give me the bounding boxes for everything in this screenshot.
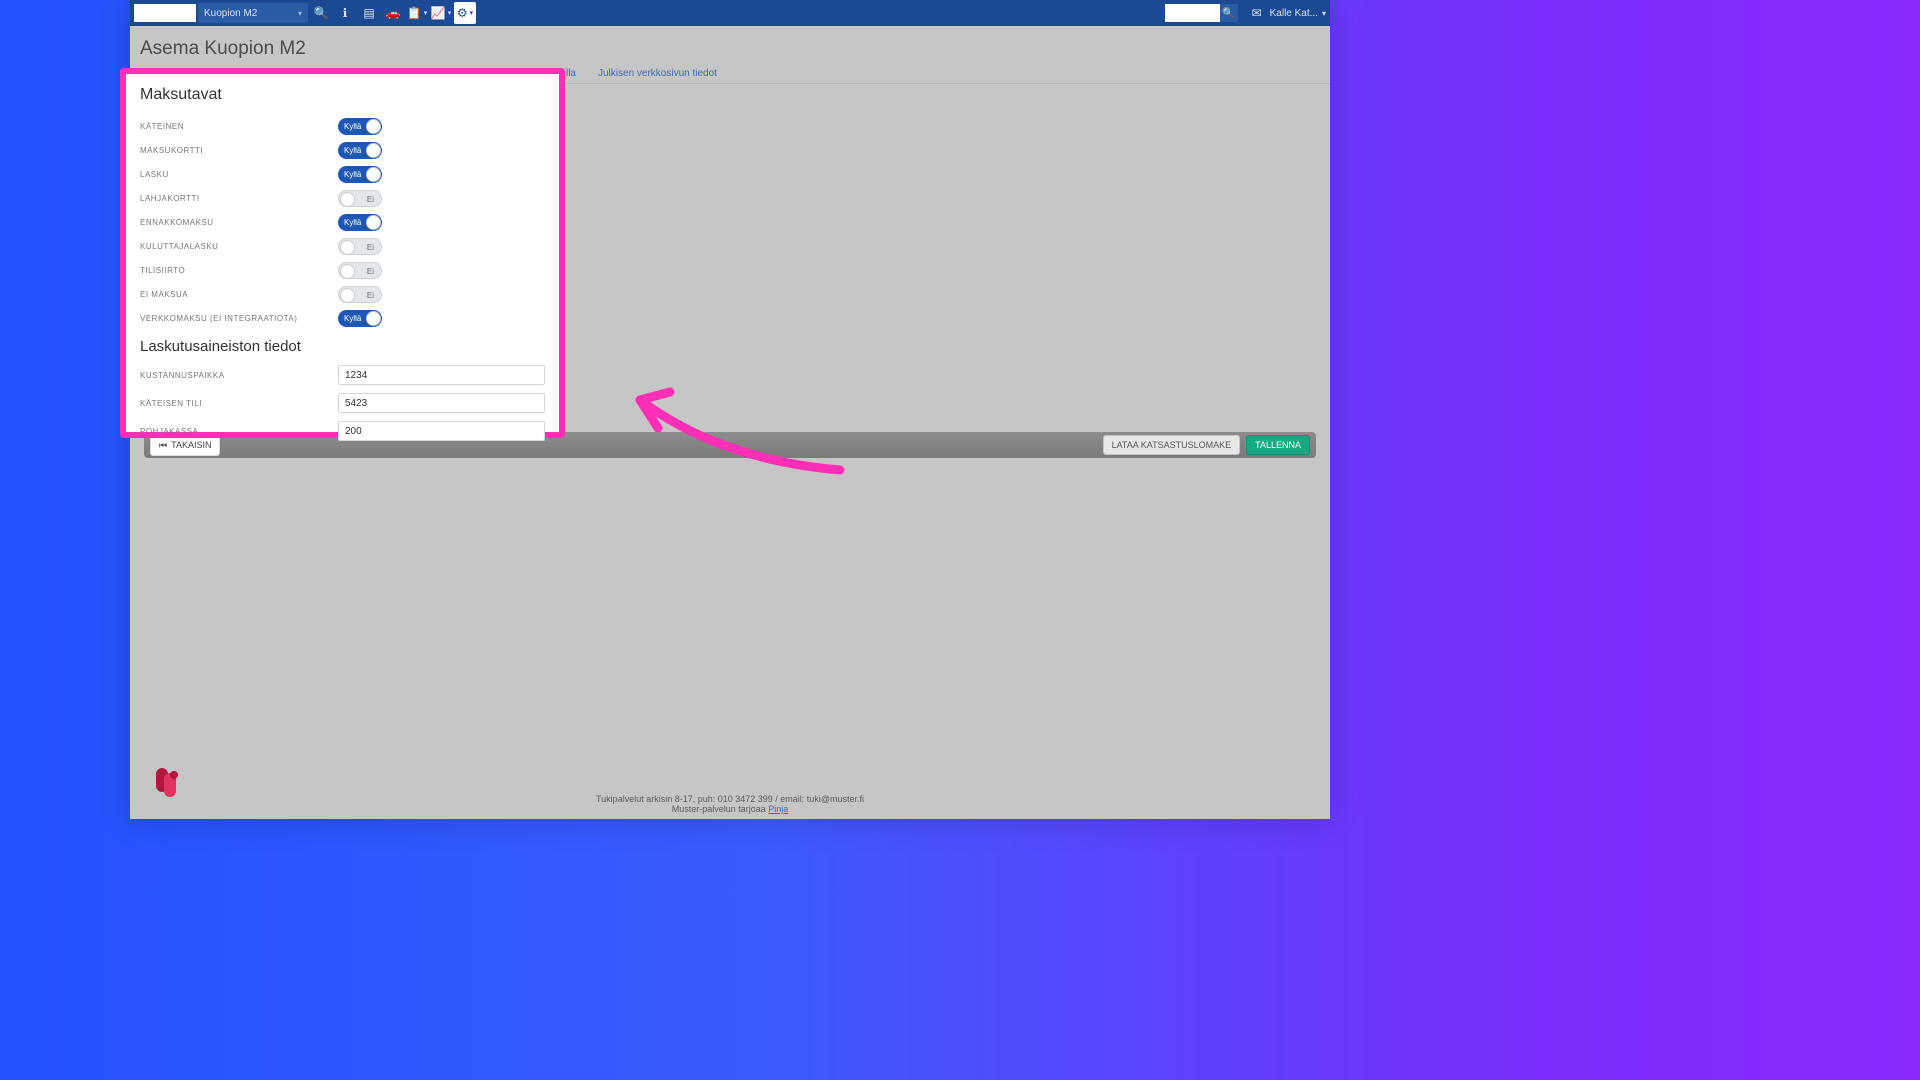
user-menu[interactable]: ✉ Kalle Kat... ▾ — [1252, 6, 1326, 20]
toggle-knob-icon — [340, 192, 355, 207]
topbar: Kuopion M2 ▾ 🔍 ℹ ▤ 🚗 📋▾ 📈▾ ⚙▾ 🔍 ✉ Kalle … — [130, 0, 1330, 26]
toggle-text: Kyllä — [344, 166, 361, 183]
payment-toggle[interactable]: Ei — [338, 262, 382, 279]
payment-methods-panel: Maksutavat KÄTEINEN Kyllä MAKSUKORTTI Kyllä… — [120, 68, 565, 438]
chevron-down-icon: ▾ — [1322, 9, 1326, 18]
payment-row-label: LASKU — [140, 170, 338, 179]
topbar-search-input[interactable] — [1165, 4, 1220, 22]
chart-icon[interactable]: 📈▾ — [430, 2, 452, 24]
toggle-text: Kyllä — [344, 214, 361, 231]
payment-row-label: KÄTEINEN — [140, 122, 338, 131]
save-button-label: TALLENNA — [1255, 440, 1301, 450]
payment-toggle[interactable]: Ei — [338, 190, 382, 207]
toggle-knob-icon — [340, 288, 355, 303]
toggle-text: Ei — [367, 239, 374, 256]
payment-row-label: ENNAKKOMAKSU — [140, 218, 338, 227]
payment-row: MAKSUKORTTI Kyllä — [140, 138, 545, 162]
kustannuspaikka-label: KUSTANNUSPAIKKA — [140, 371, 338, 380]
payment-row: KULUTTAJALASKU Ei — [140, 234, 545, 258]
payment-row: ENNAKKOMAKSU Kyllä — [140, 210, 545, 234]
footer-pinja-link[interactable]: Pinja — [768, 804, 788, 814]
footer: Tukipalvelut arkisin 8-17, puh: 010 3472… — [130, 789, 1330, 819]
toggle-text: Ei — [367, 263, 374, 280]
payment-toggle[interactable]: Ei — [338, 238, 382, 255]
user-name: Kalle Kat... — [1270, 8, 1318, 19]
kateisen-tili-input[interactable] — [338, 393, 545, 413]
payment-row: VERKKOMAKSU (EI INTEGRAATIOTA) Kyllä — [140, 306, 545, 330]
topbar-search-button[interactable]: 🔍 — [1220, 4, 1238, 22]
footer-line1: Tukipalvelut arkisin 8-17, puh: 010 3472… — [596, 794, 864, 804]
station-select[interactable]: Kuopion M2 ▾ — [198, 3, 308, 23]
payment-row-label: TILISIIRTO — [140, 266, 338, 275]
toggle-knob-icon — [366, 167, 381, 182]
payment-toggle[interactable]: Kyllä — [338, 310, 382, 327]
toggle-knob-icon — [366, 119, 381, 134]
payment-toggle[interactable]: Kyllä — [338, 142, 382, 159]
chevron-down-icon: ▾ — [298, 9, 302, 18]
search-icon[interactable]: 🔍 — [310, 2, 332, 24]
toggle-text: Kyllä — [344, 310, 361, 327]
download-form-label: LATAA KATSASTUSLOMAKE — [1112, 440, 1232, 450]
save-button[interactable]: TALLENNA — [1246, 435, 1310, 455]
billing-data-heading: Laskutusaineiston tiedot — [140, 338, 545, 355]
kateisen-tili-label: KÄTEISEN TILI — [140, 399, 338, 408]
payment-toggle[interactable]: Kyllä — [338, 214, 382, 231]
kustannuspaikka-input[interactable] — [338, 365, 545, 385]
payment-toggle[interactable]: Ei — [338, 286, 382, 303]
download-form-button[interactable]: LATAA KATSASTUSLOMAKE — [1103, 435, 1241, 455]
toggle-knob-icon — [366, 143, 381, 158]
calendar-icon[interactable]: ▤ — [358, 2, 380, 24]
pohjakassa-label: POHJAKASSA — [140, 427, 338, 436]
payment-row: KÄTEINEN Kyllä — [140, 114, 545, 138]
pohjakassa-input[interactable] — [338, 421, 545, 441]
payment-row-label: VERKKOMAKSU (EI INTEGRAATIOTA) — [140, 314, 338, 323]
payment-row-label: KULUTTAJALASKU — [140, 242, 338, 251]
gear-icon[interactable]: ⚙▾ — [454, 2, 476, 24]
payment-row-label: LAHJAKORTTI — [140, 194, 338, 203]
payment-row: TILISIIRTO Ei — [140, 258, 545, 282]
brand-logo — [134, 4, 196, 22]
toggle-knob-icon — [340, 264, 355, 279]
payment-toggle[interactable]: Kyllä — [338, 166, 382, 183]
clipboard-icon[interactable]: 📋▾ — [406, 2, 428, 24]
toggle-text: Ei — [367, 191, 374, 208]
car-icon[interactable]: 🚗 — [382, 2, 404, 24]
toggle-text: Ei — [367, 287, 374, 304]
payment-row: EI MAKSUA Ei — [140, 282, 545, 306]
payment-row-label: MAKSUKORTTI — [140, 146, 338, 155]
payment-methods-heading: Maksutavat — [140, 86, 545, 104]
station-select-label: Kuopion M2 — [204, 8, 257, 19]
topbar-search: 🔍 — [1165, 4, 1238, 22]
footer-line2a: Muster-palvelun tarjoaa — [672, 804, 769, 814]
payment-row: LAHJAKORTTI Ei — [140, 186, 545, 210]
mail-icon: ✉ — [1252, 6, 1262, 20]
toggle-knob-icon — [366, 311, 381, 326]
payment-row: LASKU Kyllä — [140, 162, 545, 186]
info-icon[interactable]: ℹ — [334, 2, 356, 24]
toggle-knob-icon — [340, 240, 355, 255]
app-shell: Kuopion M2 ▾ 🔍 ℹ ▤ 🚗 📋▾ 📈▾ ⚙▾ 🔍 ✉ Kalle … — [130, 0, 1330, 819]
toggle-text: Kyllä — [344, 118, 361, 135]
payment-toggle[interactable]: Kyllä — [338, 118, 382, 135]
toggle-knob-icon — [366, 215, 381, 230]
payment-row-label: EI MAKSUA — [140, 290, 338, 299]
toggle-text: Kyllä — [344, 142, 361, 159]
